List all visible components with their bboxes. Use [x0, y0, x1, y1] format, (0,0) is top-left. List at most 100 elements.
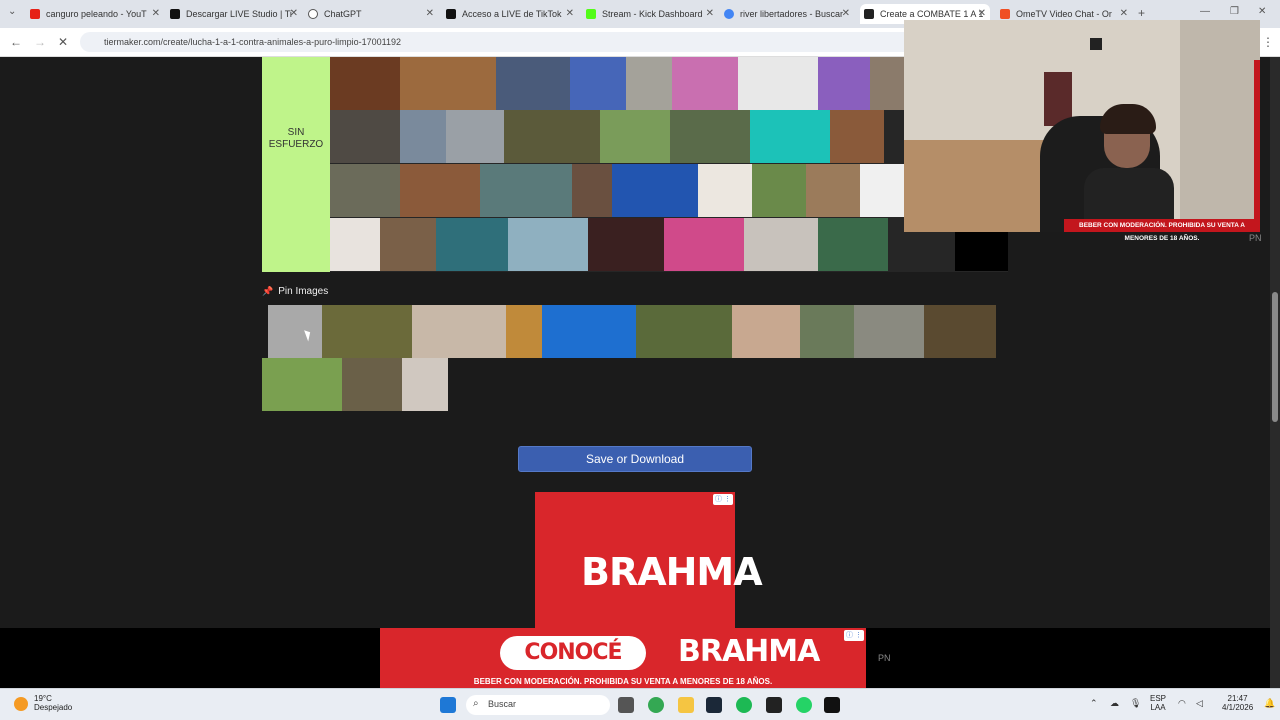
- restore-icon[interactable]: ❐: [1230, 6, 1239, 17]
- tiktok-icon[interactable]: [824, 697, 840, 713]
- pin-image-jaguar[interactable]: [924, 305, 996, 358]
- tier-item-image[interactable]: [672, 57, 738, 110]
- weather-widget[interactable]: 19°C Despejado: [34, 694, 72, 712]
- tier-item-image[interactable]: [806, 164, 860, 217]
- tier-item-image[interactable]: [750, 110, 830, 163]
- pin-image-fox[interactable]: [402, 358, 448, 411]
- tier-item-image[interactable]: [818, 57, 870, 110]
- volume-icon[interactable]: ◁: [1196, 698, 1203, 709]
- conoce-mas-button[interactable]: CONOCÉ MÁS: [500, 636, 646, 699]
- pin-image-tarantula[interactable]: [412, 305, 506, 358]
- stop-icon[interactable]: ✕: [58, 35, 68, 49]
- tab-tiktok-live-access[interactable]: Acceso a LIVE de TikTok ✕: [446, 4, 574, 24]
- weather-sun-icon[interactable]: [14, 697, 28, 711]
- tier-item-image[interactable]: [446, 110, 504, 163]
- menu-icon[interactable]: ⋮: [1262, 35, 1274, 49]
- chevron-up-icon[interactable]: ⌃: [1090, 698, 1098, 709]
- steam-icon[interactable]: [706, 697, 722, 713]
- close-icon[interactable]: ✕: [706, 8, 714, 19]
- pin-image-turtle[interactable]: [854, 305, 924, 358]
- ad-choices-icon[interactable]: ⓘ ⋮: [844, 630, 864, 641]
- taskbar-search[interactable]: ⌕ Buscar: [466, 695, 610, 715]
- notification-bell-icon[interactable]: 🔔: [1264, 698, 1275, 709]
- scrollbar-thumb[interactable]: [1272, 292, 1278, 422]
- minimize-icon[interactable]: —: [1200, 6, 1210, 17]
- tier-item-image[interactable]: [504, 110, 600, 163]
- tier-item-image[interactable]: [330, 218, 380, 271]
- pin-image-cheetah[interactable]: [506, 305, 542, 358]
- tier-item-image[interactable]: [670, 110, 750, 163]
- tier-item-image[interactable]: [830, 110, 884, 163]
- brahma-ad-banner[interactable]: ⓘ ⋮ BRAHMA: [535, 492, 763, 628]
- clock[interactable]: 21:47 4/1/2026: [1222, 694, 1253, 712]
- tier-item-image[interactable]: [744, 218, 818, 271]
- pin-image-cow[interactable]: [262, 358, 342, 411]
- tab-list-icon[interactable]: ⌄: [8, 6, 16, 17]
- tier-item-image[interactable]: [664, 218, 744, 271]
- pin-image-anaconda[interactable]: [322, 305, 412, 358]
- tier-item-image[interactable]: [626, 57, 672, 110]
- tier-item-image[interactable]: [572, 164, 612, 217]
- tier-label[interactable]: SIN ESFUERZO: [262, 57, 330, 272]
- file-explorer-icon[interactable]: [678, 697, 694, 713]
- tier-item-image[interactable]: [330, 164, 400, 217]
- close-icon[interactable]: ✕: [426, 8, 434, 19]
- close-window-icon[interactable]: ✕: [1258, 6, 1266, 17]
- tier-item-image[interactable]: [400, 57, 496, 110]
- save-download-button[interactable]: Save or Download: [518, 446, 752, 472]
- ad-choices-icon[interactable]: ⓘ ⋮: [713, 494, 733, 505]
- language-indicator[interactable]: ESP LAA: [1150, 694, 1166, 712]
- pin-images-area[interactable]: [262, 305, 997, 413]
- chrome-icon[interactable]: [648, 697, 664, 713]
- tier-item-image[interactable]: [738, 57, 818, 110]
- tab-kick-dashboard[interactable]: Stream - Kick Dashboard ✕: [586, 4, 714, 24]
- pin-image-bull[interactable]: [800, 305, 854, 358]
- wifi-icon[interactable]: ◠: [1178, 698, 1186, 709]
- pin-image-tiger[interactable]: [636, 305, 732, 358]
- tab-youtube[interactable]: canguro peleando - YouT ✕: [30, 4, 160, 24]
- new-tab-icon[interactable]: +: [1138, 6, 1145, 20]
- tier-item-image[interactable]: [818, 218, 888, 271]
- tier-item-image[interactable]: [612, 164, 698, 217]
- pin-image-rhino[interactable]: [268, 305, 322, 358]
- tier-item-image[interactable]: [400, 164, 480, 217]
- windows-start-icon[interactable]: [440, 697, 456, 713]
- close-icon[interactable]: ✕: [842, 8, 850, 19]
- tier-item-image[interactable]: [330, 110, 400, 163]
- tier-item-image[interactable]: [588, 218, 664, 271]
- tier-item-image[interactable]: [380, 218, 436, 271]
- microphone-icon[interactable]: 🎙: [1130, 698, 1141, 709]
- whatsapp-icon[interactable]: [796, 697, 812, 713]
- close-icon[interactable]: ✕: [566, 8, 574, 19]
- cloud-icon[interactable]: ☁: [1110, 698, 1119, 709]
- tier-item-image[interactable]: [436, 218, 508, 271]
- close-icon[interactable]: ✕: [978, 8, 986, 19]
- pin-image-deer[interactable]: [342, 358, 402, 411]
- tier-item-image[interactable]: [480, 164, 572, 217]
- page-scrollbar[interactable]: [1270, 57, 1280, 688]
- tab-tiktok-live-studio[interactable]: Descargar LIVE Studio | Ti ✕: [170, 4, 298, 24]
- tier-item-image[interactable]: [496, 57, 570, 110]
- close-icon[interactable]: ✕: [152, 8, 160, 19]
- tier-item-image[interactable]: [330, 57, 400, 110]
- tier-item-image[interactable]: [752, 164, 806, 217]
- task-view-icon[interactable]: [618, 697, 634, 713]
- obs-icon[interactable]: [766, 697, 782, 713]
- tab-google-search[interactable]: river libertadores - Buscar ✕: [724, 4, 850, 24]
- tier-item-image[interactable]: [600, 110, 670, 163]
- close-icon[interactable]: ✕: [1120, 8, 1128, 19]
- tier-item-image[interactable]: [570, 57, 626, 110]
- back-icon[interactable]: ←: [10, 35, 22, 49]
- spotify-icon[interactable]: [736, 697, 752, 713]
- tier-item-image[interactable]: [870, 57, 904, 110]
- brahma-ad-footer[interactable]: ⓘ ⋮ CONOCÉ MÁS BRAHMA BEBER CON MODERACI…: [380, 628, 866, 699]
- tier-item-image[interactable]: [400, 110, 446, 163]
- tier-item-image[interactable]: [860, 164, 904, 217]
- tier-item-image[interactable]: [698, 164, 752, 217]
- close-icon[interactable]: ✕: [290, 8, 298, 19]
- pin-image-seahorse[interactable]: [542, 305, 636, 358]
- forward-icon[interactable]: →: [34, 35, 46, 49]
- tier-item-image[interactable]: [508, 218, 588, 271]
- tab-chatgpt[interactable]: ChatGPT ✕: [308, 4, 434, 24]
- pin-image-pterodactyl[interactable]: [732, 305, 800, 358]
